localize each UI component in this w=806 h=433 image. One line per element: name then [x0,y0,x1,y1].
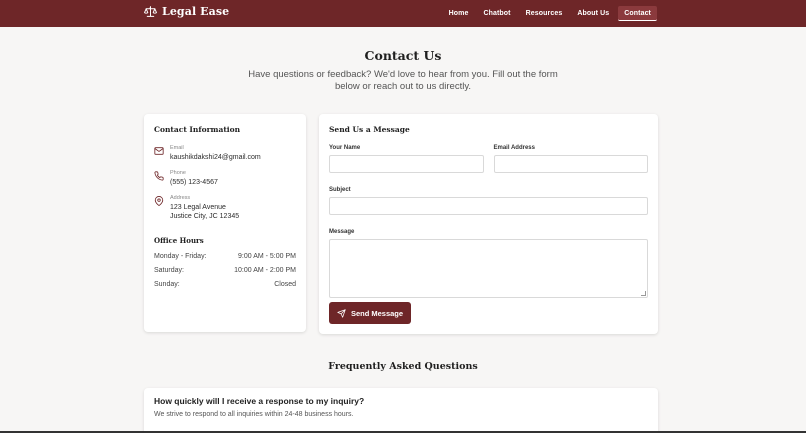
nav-about-us[interactable]: About Us [571,6,615,21]
send-message-button[interactable]: Send Message [329,302,411,324]
message-form-card: Send Us a Message Your Name Email Addres… [319,114,658,334]
faq-answer: We strive to respond to all inquiries wi… [154,411,354,418]
phone-icon [154,171,164,181]
email-field-group: Email Address [493,145,648,187]
hours-time: 10:00 AM - 2:00 PM [234,266,296,274]
contact-info-title: Contact Information [154,125,241,134]
form-title: Send Us a Message [329,125,410,134]
email-address-label: Email Address [493,145,535,151]
hours-day: Saturday: [154,266,184,274]
scales-icon [144,6,157,17]
hours-time: 9:00 AM - 5:00 PM [238,252,296,260]
address-label: Address [170,195,191,201]
map-pin-icon [154,196,164,206]
contact-info-card: Contact Information Email kaushikdakshi2… [144,114,306,332]
address-line1: 123 Legal Avenue [170,203,226,211]
hours-row: Saturday: 10:00 AM - 2:00 PM [154,267,296,274]
office-hours-title: Office Hours [154,235,204,245]
mail-icon [154,147,164,155]
name-field-group: Your Name [329,145,484,187]
email-value[interactable]: kaushikdakshi24@gmail.com [170,153,261,163]
faq-title: Frequently Asked Questions [328,361,478,372]
hours-row: Sunday: Closed [154,281,296,288]
faq-item[interactable]: How quickly will I receive a response to… [144,388,658,433]
nav-contact[interactable]: Contact [618,6,657,21]
phone-value[interactable]: (555) 123-4567 [170,178,218,188]
hours-time: Closed [274,280,296,288]
send-message-label: Send Message [350,308,404,318]
page-title: Contact Us [364,48,442,63]
phone-label: Phone [170,170,186,176]
message-label: Message [329,229,355,235]
send-icon [337,308,346,318]
nav-chatbot[interactable]: Chatbot [477,6,516,21]
email-label: Email [170,145,184,151]
brand-logo[interactable]: Legal Ease [144,5,229,18]
name-input[interactable] [329,155,484,173]
subject-input[interactable] [329,197,648,215]
brand-name: Legal Ease [162,5,230,18]
email-input[interactable] [493,155,648,173]
page-subtitle: Have questions or feedback? We'd love to… [248,69,558,92]
nav-home[interactable]: Home [443,6,475,21]
name-label: Your Name [329,145,361,151]
hours-row: Monday - Friday: 9:00 AM - 5:00 PM [154,253,296,260]
faq-question: How quickly will I receive a response to… [154,396,365,406]
email-info: Email kaushikdakshi24@gmail.com [154,145,296,162]
main-nav: Home Chatbot Resources About Us Contact [440,6,657,21]
address-line2: Justice City, JC 12345 [170,213,240,220]
hours-day: Sunday: [154,280,180,288]
hours-day: Monday - Friday: [154,252,207,260]
phone-info: Phone (555) 123-4567 [154,170,296,187]
subject-label: Subject [329,187,351,193]
top-navbar: Legal Ease Home Chatbot Resources About … [0,0,806,27]
resize-handle-icon[interactable] [641,291,646,296]
message-textarea[interactable] [329,239,648,298]
nav-resources[interactable]: Resources [520,6,569,21]
name-email-row: Your Name Email Address [329,145,648,187]
address-info: Address 123 Legal Avenue Justice City, J… [154,195,296,222]
